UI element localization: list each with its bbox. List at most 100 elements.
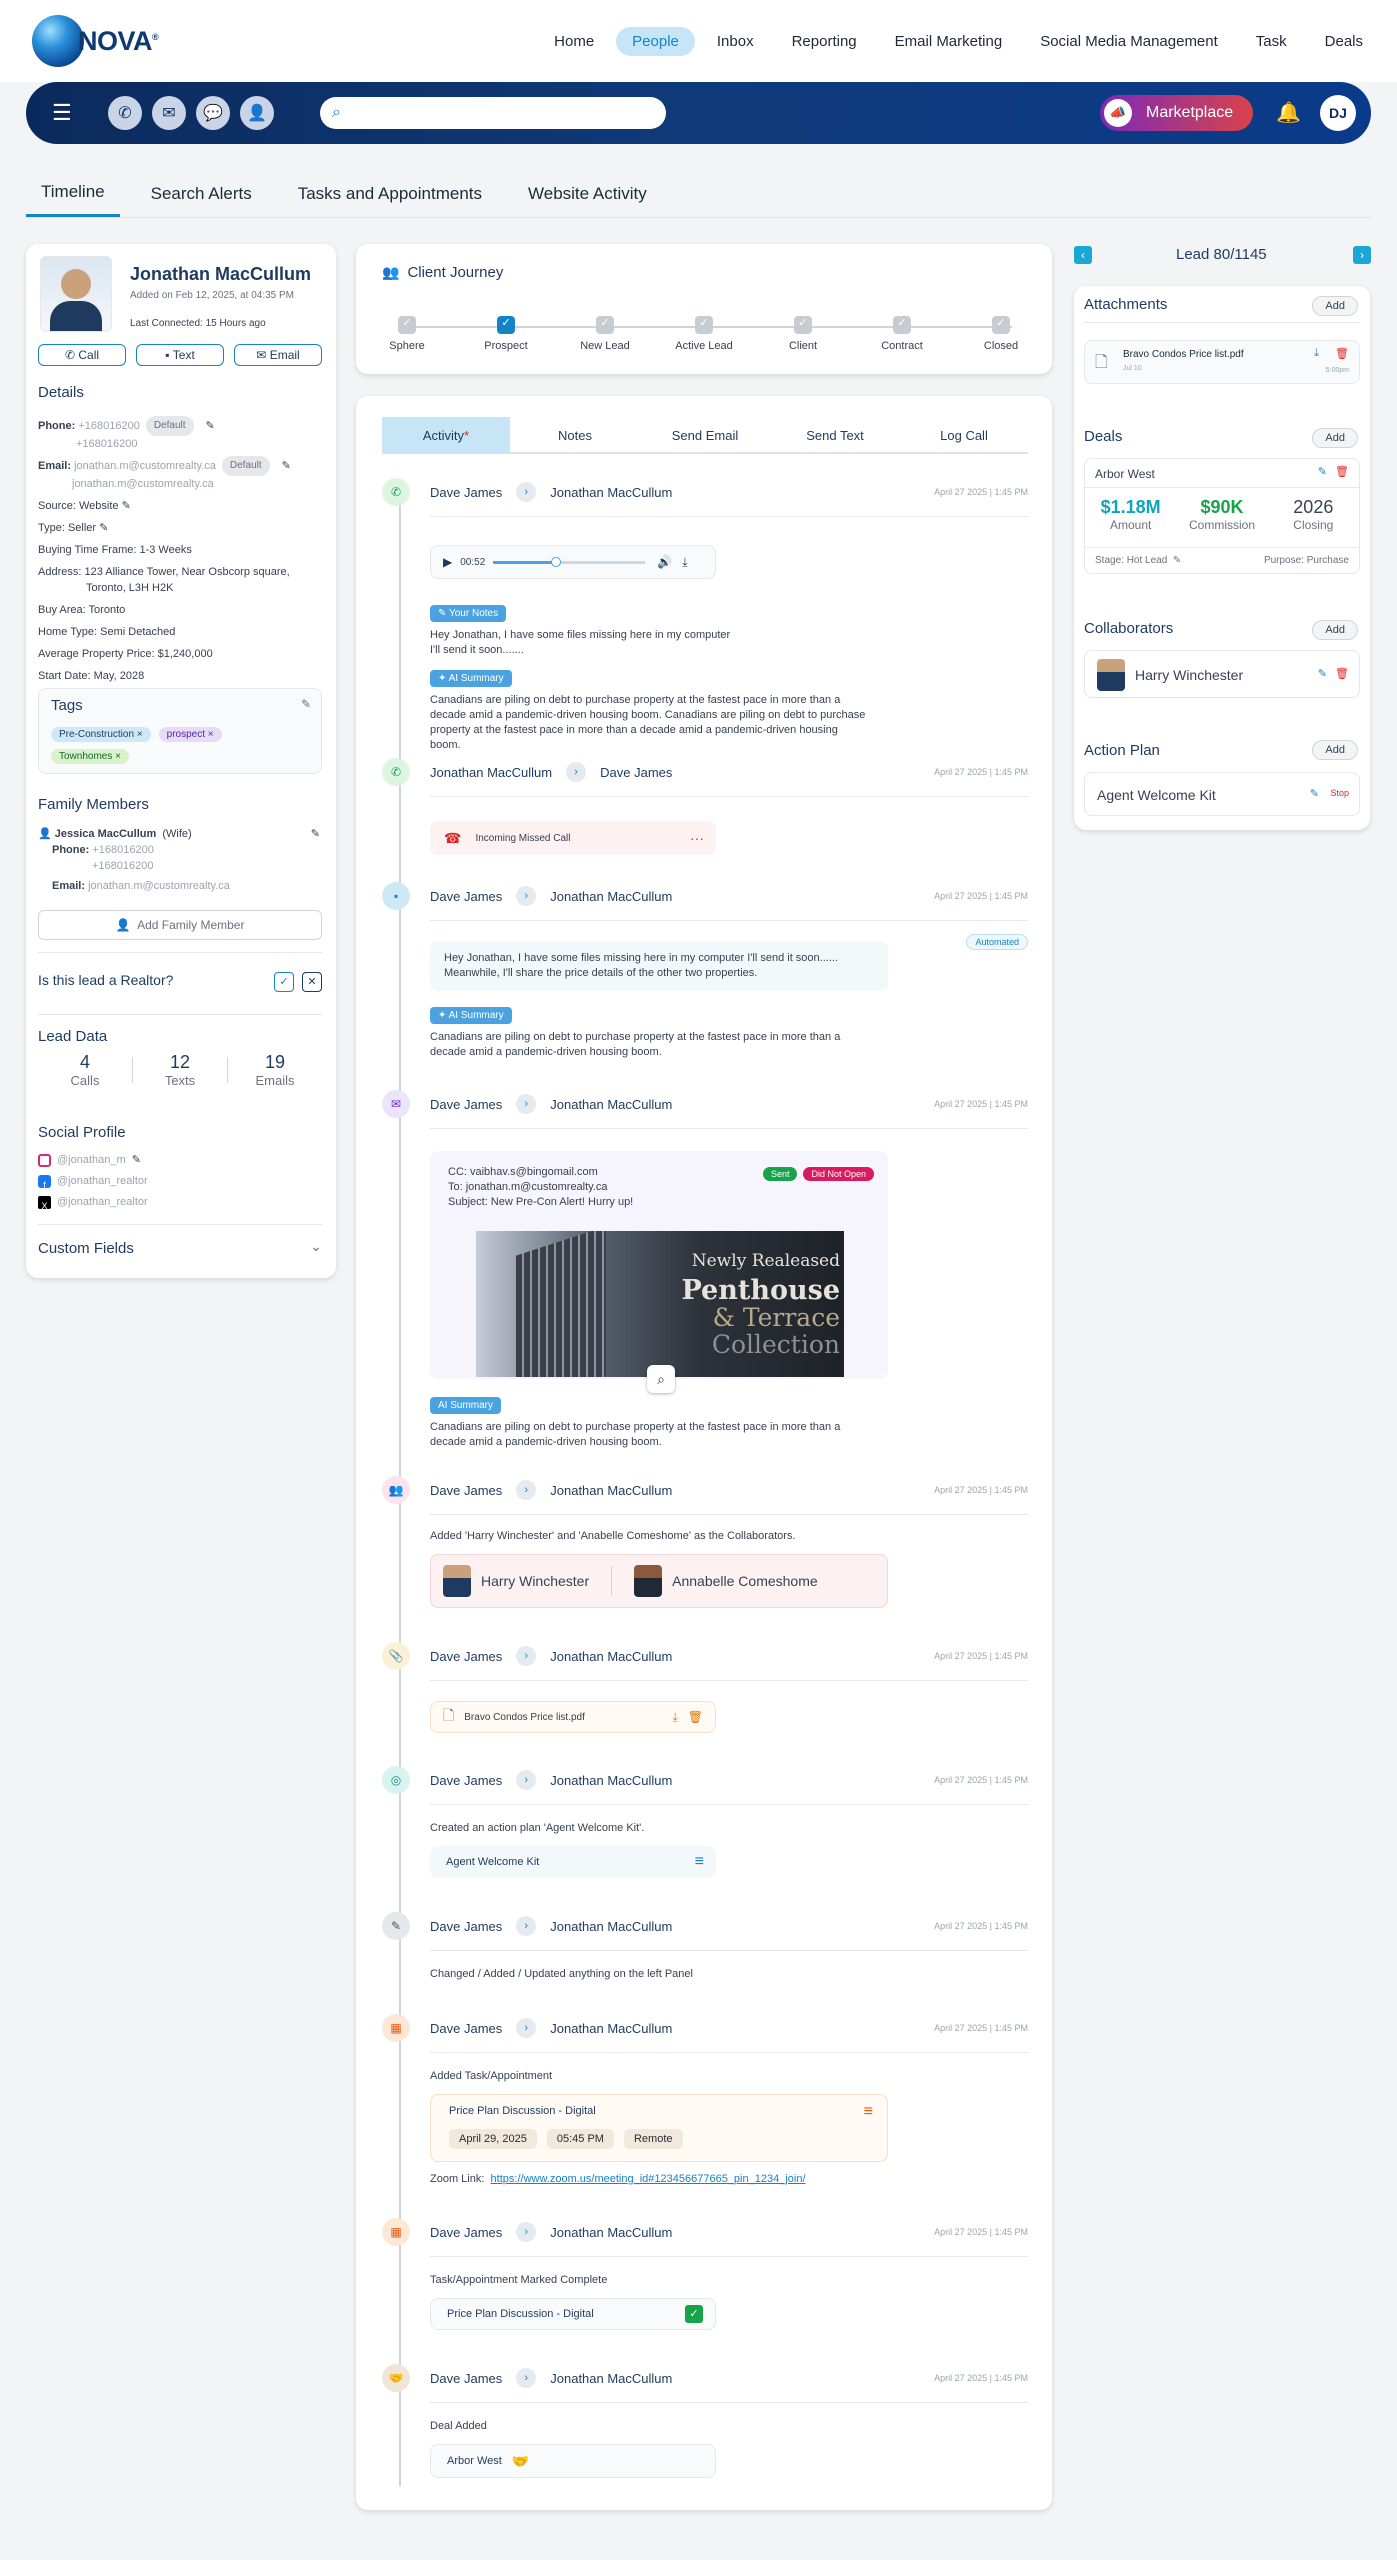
page-tabs: Timeline Search Alerts Tasks and Appoint… (26, 170, 1371, 218)
edit-tags-icon[interactable]: ✎ (301, 697, 311, 711)
nav-people[interactable]: People (616, 26, 695, 56)
step-prospect[interactable]: ✓ Prospect (471, 316, 541, 352)
add-action-plan-button[interactable]: Add (1312, 740, 1358, 760)
chevron-down-icon[interactable]: ⌄ (310, 1238, 322, 1255)
task-mode: Remote (623, 2129, 683, 2149)
sliders-icon[interactable]: ≡ (695, 1853, 704, 1871)
edit-icon[interactable]: ✎ (311, 826, 320, 842)
tab-timeline[interactable]: Timeline (26, 170, 120, 217)
tab-log-call[interactable]: Log Call (900, 428, 1028, 443)
volume-icon[interactable]: 🔊 (657, 555, 672, 569)
attachment-item[interactable]: 🗋 Bravo Condos Price list.pdf Jul 10 ⤓ 🗑… (1084, 340, 1360, 384)
nav-deals[interactable]: Deals (1309, 27, 1379, 56)
add-deal-button[interactable]: Add (1312, 428, 1358, 448)
email-preview[interactable]: CC: vaibhav.s@bingomail.com To: jonathan.… (430, 1151, 888, 1393)
more-icon[interactable]: ··· (690, 830, 704, 846)
nav-home[interactable]: Home (538, 27, 610, 56)
missed-call-box[interactable]: ☎ Incoming Missed Call ··· (430, 821, 716, 855)
audio-progress[interactable] (493, 556, 646, 567)
hamburger-icon[interactable]: ☰ (52, 100, 72, 126)
add-attachment-button[interactable]: Add (1312, 296, 1358, 316)
logo[interactable]: NOVA® (32, 14, 162, 68)
check-icon[interactable]: ✓ (274, 972, 294, 992)
close-icon[interactable]: ✕ (302, 972, 322, 992)
tab-send-text[interactable]: Send Text (770, 428, 900, 443)
tab-send-email[interactable]: Send Email (640, 428, 770, 443)
action-plan-item[interactable]: Agent Welcome Kit ✎ Stop (1084, 772, 1360, 816)
collaborator-item[interactable]: Harry Winchester ✎ 🗑 (1084, 650, 1360, 698)
nav-task[interactable]: Task (1240, 27, 1303, 56)
edit-icon[interactable]: ✎ (206, 418, 215, 434)
zoom-link[interactable]: https://www.zoom.us/meeting_id#123456677… (491, 2173, 806, 2185)
nav-social-media[interactable]: Social Media Management (1024, 27, 1234, 56)
completed-task-box[interactable]: Price Plan Discussion - Digital ✓ (430, 2298, 716, 2330)
call-button[interactable]: ✆ Call (38, 344, 126, 366)
audio-player[interactable]: ▶ 00:52 🔊 ⤓ (430, 545, 716, 579)
step-active-lead[interactable]: ✓ Active Lead (669, 316, 739, 352)
deal-box[interactable]: Arbor West 🤝 (430, 2444, 716, 2478)
edit-icon[interactable]: ✎ (1310, 787, 1319, 800)
edit-icon[interactable]: ✎ (1318, 465, 1327, 478)
task-box[interactable]: Price Plan Discussion - Digital ≡ April … (430, 2094, 888, 2162)
phone-icon: ✆ (382, 758, 410, 786)
step-new-lead[interactable]: ✓ New Lead (570, 316, 640, 352)
stop-plan-button[interactable]: Stop (1330, 788, 1349, 798)
action-plan-box[interactable]: Agent Welcome Kit ≡ (430, 1846, 716, 1878)
edit-icon[interactable]: ✎ (132, 1150, 141, 1171)
nav-email-marketing[interactable]: Email Marketing (879, 27, 1019, 56)
edit-icon[interactable]: ✎ (1173, 555, 1181, 566)
chat-icon[interactable]: 💬 (196, 96, 230, 130)
nav-reporting[interactable]: Reporting (776, 27, 873, 56)
edit-icon[interactable]: ✎ (99, 520, 108, 536)
trash-icon[interactable]: 🗑 (1335, 465, 1349, 478)
texts-count: 12 (169, 1052, 191, 1072)
next-lead-button[interactable]: › (1353, 246, 1371, 264)
last-connected: Last Connected: 15 Hours ago (130, 318, 266, 329)
details-list: Phone: +168016200 Default ✎ +168016200 Ema… (38, 416, 328, 684)
download-icon[interactable]: ⤓ (1314, 347, 1319, 360)
tag-pre-construction[interactable]: Pre-Construction × (51, 727, 151, 742)
edit-icon[interactable]: ✎ (1318, 667, 1327, 680)
previous-lead-button[interactable]: ‹ (1074, 246, 1092, 264)
custom-fields-title[interactable]: Custom Fields (38, 1240, 134, 1257)
tab-notes[interactable]: Notes (510, 428, 640, 443)
step-closed[interactable]: ✓ Closed (966, 316, 1036, 352)
missed-call-icon: ☎ (444, 829, 462, 846)
search-input[interactable] (348, 105, 649, 121)
text-button[interactable]: ▪ Text (136, 344, 224, 366)
bell-icon[interactable]: 🔔 (1276, 100, 1301, 125)
marketplace-button[interactable]: 📣 Marketplace (1100, 95, 1253, 131)
play-icon[interactable]: ▶ (443, 555, 452, 569)
step-sphere[interactable]: ✓ Sphere (372, 316, 442, 352)
step-contract[interactable]: ✓ Contract (867, 316, 937, 352)
step-client[interactable]: ✓ Client (768, 316, 838, 352)
download-icon[interactable]: ⤓ (682, 555, 687, 570)
add-family-button[interactable]: 👤 Add Family Member (38, 910, 322, 940)
email-button[interactable]: ✉ Email (234, 344, 322, 366)
tab-website-activity[interactable]: Website Activity (513, 172, 662, 216)
add-user-icon[interactable]: 👤 (240, 96, 274, 130)
tab-search-alerts[interactable]: Search Alerts (136, 172, 267, 216)
edit-icon[interactable]: ✎ (282, 458, 291, 474)
timeline-entry-action-plan: ◎ Dave James › Jonathan MacCullum April 27… (382, 1766, 1028, 1878)
deal-card[interactable]: Arbor West ✎ 🗑 $1.18M Amount $90K Commissi… (1084, 458, 1360, 574)
tab-tasks[interactable]: Tasks and Appointments (283, 172, 497, 216)
tag-townhomes[interactable]: Townhomes × (51, 749, 129, 764)
file-box[interactable]: 🗋 Bravo Condos Price list.pdf ⤓ 🗑 (430, 1701, 716, 1733)
edit-icon[interactable]: ✎ (122, 498, 131, 514)
quick-actions: ✆ ✉ 💬 👤 (108, 96, 274, 130)
zoom-icon[interactable]: ⌕ (647, 1365, 675, 1393)
tab-activity[interactable]: Activity * (382, 417, 510, 453)
trash-icon[interactable]: 🗑 (1335, 667, 1349, 680)
nav-inbox[interactable]: Inbox (701, 27, 770, 56)
search-bar[interactable]: ⌕ (320, 97, 666, 129)
trash-icon[interactable]: 🗑 (688, 1710, 703, 1724)
download-icon[interactable]: ⤓ (672, 1710, 677, 1725)
tag-prospect[interactable]: prospect × (158, 727, 222, 742)
trash-icon[interactable]: 🗑 (1335, 347, 1349, 360)
add-collaborator-button[interactable]: Add (1312, 620, 1358, 640)
user-avatar[interactable]: DJ (1320, 95, 1356, 131)
mail-icon[interactable]: ✉ (152, 96, 186, 130)
sliders-icon[interactable]: ≡ (864, 2103, 873, 2121)
phone-icon[interactable]: ✆ (108, 96, 142, 130)
